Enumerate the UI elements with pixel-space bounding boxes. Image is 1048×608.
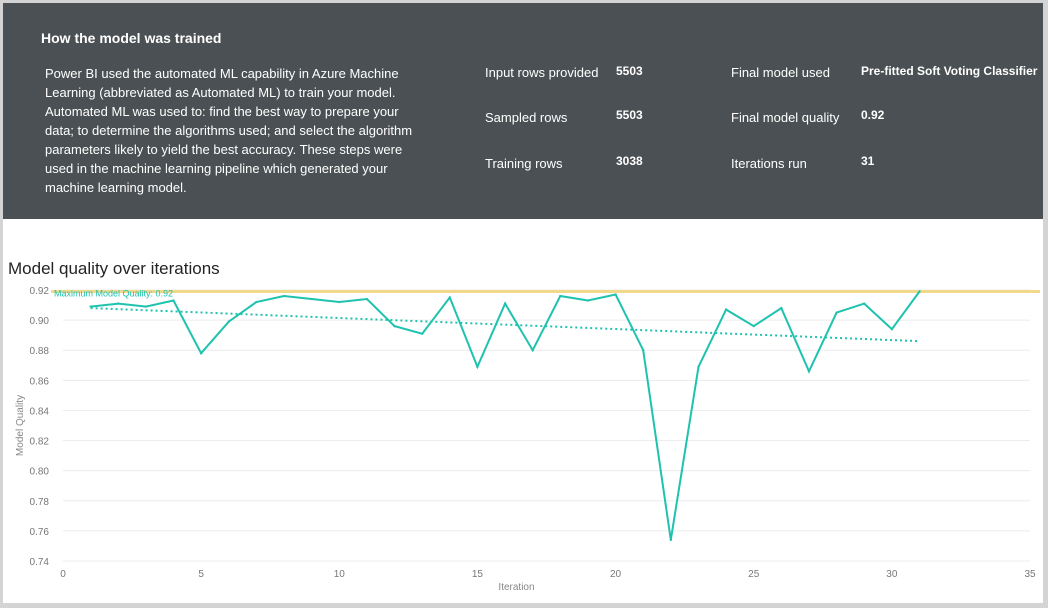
final-model-value: Pre-fitted Soft Voting Classifier xyxy=(861,64,1038,78)
chart-title: Model quality over iterations xyxy=(8,259,220,278)
y-tick-label: 0.82 xyxy=(30,437,50,448)
data-point xyxy=(89,305,92,308)
data-point xyxy=(476,365,479,368)
series-line xyxy=(90,290,921,541)
data-point xyxy=(199,352,203,355)
data-point xyxy=(752,324,755,328)
data-point xyxy=(807,370,811,373)
data-point xyxy=(227,320,230,323)
y-tick-label: 0.84 xyxy=(30,406,50,417)
data-point xyxy=(614,293,617,296)
sampled-rows-label: Sampled rows xyxy=(485,110,568,125)
data-point xyxy=(255,300,258,304)
x-tick-label: 5 xyxy=(198,569,204,580)
y-tick-label: 0.74 xyxy=(30,557,50,568)
iterations-label: Iterations run xyxy=(731,156,807,171)
data-point xyxy=(365,297,369,301)
x-tick-label: 0 xyxy=(60,569,66,580)
y-axis-title: Model Quality xyxy=(15,395,26,456)
y-tick-label: 0.88 xyxy=(30,346,50,357)
panel-title: How the model was trained xyxy=(41,30,222,46)
x-tick-label: 30 xyxy=(886,569,898,580)
training-summary-panel: How the model was trained Power BI used … xyxy=(3,3,1043,219)
training-description: Power BI used the automated ML capabilit… xyxy=(45,66,413,195)
x-tick-label: 10 xyxy=(334,569,346,580)
x-tick-label: 35 xyxy=(1024,569,1036,580)
data-point xyxy=(835,311,838,314)
data-point xyxy=(310,297,313,301)
input-rows-label: Input rows provided xyxy=(485,65,599,80)
data-point xyxy=(144,305,148,308)
max-quality-label: Maximum Model Quality: 0.92 xyxy=(54,289,173,299)
model-quality-line-chart: 0.74 0.76 0.78 0.80 0.82 0.84 0.86 0.88 0.90 0.92… xyxy=(15,286,1040,593)
y-tick-label: 0.86 xyxy=(30,376,50,387)
y-tick-label: 0.80 xyxy=(30,467,50,478)
data-point xyxy=(117,302,120,305)
data-point xyxy=(172,299,175,302)
x-tick-label: 15 xyxy=(472,569,484,580)
data-point xyxy=(780,306,783,310)
data-point xyxy=(282,294,286,298)
data-point xyxy=(863,302,866,305)
data-point xyxy=(890,327,894,331)
iterations-value: 31 xyxy=(861,154,875,168)
data-point xyxy=(669,538,673,542)
x-axis-title: Iteration xyxy=(498,582,534,593)
data-point xyxy=(503,302,507,305)
data-point xyxy=(724,308,728,311)
training-rows-label: Training rows xyxy=(485,156,563,171)
data-point xyxy=(338,300,341,304)
y-tick-label: 0.78 xyxy=(30,497,50,508)
y-tick-label: 0.92 xyxy=(30,286,50,297)
data-point xyxy=(697,365,700,368)
y-tick-label: 0.76 xyxy=(30,527,50,538)
final-model-label: Final model used xyxy=(731,65,830,80)
data-point xyxy=(642,349,645,352)
x-tick-label: 20 xyxy=(610,569,622,580)
y-tick-label: 0.90 xyxy=(30,316,50,327)
data-point xyxy=(393,324,396,328)
data-point xyxy=(420,332,424,335)
x-tick-label: 25 xyxy=(748,569,760,580)
final-quality-label: Final model quality xyxy=(731,110,840,125)
training-rows-value: 3038 xyxy=(616,154,643,168)
data-point xyxy=(918,290,921,293)
data-point xyxy=(531,349,534,352)
final-quality-value: 0.92 xyxy=(861,108,885,122)
report-frame: How the model was trained Power BI used … xyxy=(3,3,1043,603)
data-point xyxy=(586,299,590,302)
input-rows-value: 5503 xyxy=(616,64,643,78)
data-point xyxy=(448,296,451,299)
sampled-rows-value: 5503 xyxy=(616,108,643,122)
data-point xyxy=(559,294,562,298)
